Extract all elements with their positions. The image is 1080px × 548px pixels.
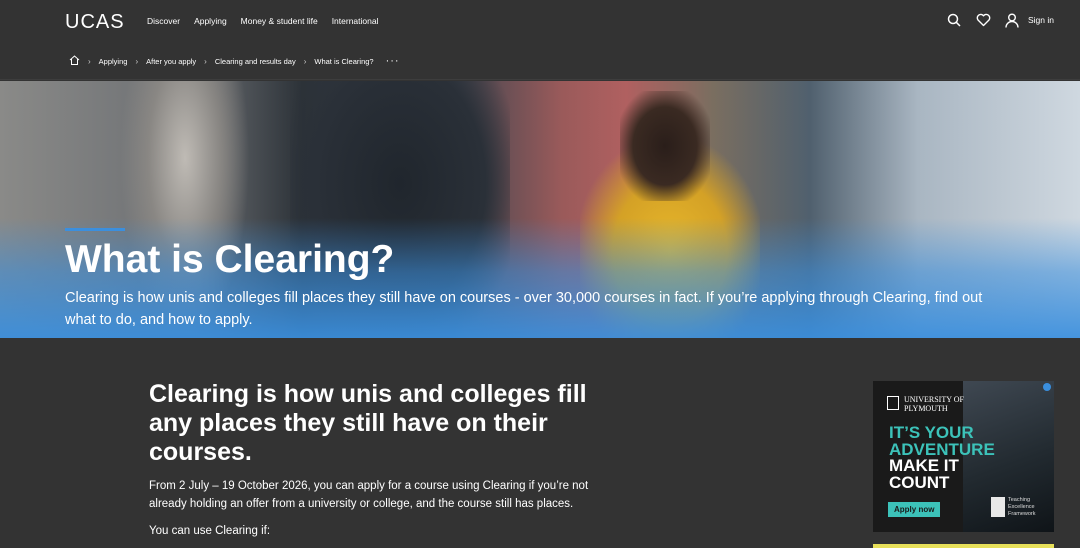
breadcrumb-separator: › <box>303 56 307 66</box>
nav-international[interactable]: International <box>332 16 379 26</box>
header-actions: Sign in <box>933 12 1054 28</box>
breadcrumb-after-you-apply[interactable]: After you apply <box>146 57 196 66</box>
breadcrumb-more-icon[interactable]: ··· <box>386 55 400 67</box>
tef-text: Teaching Excellence Framework <box>1008 497 1036 517</box>
page-title: What is Clearing? <box>65 238 395 281</box>
breadcrumb-separator: › <box>88 56 91 66</box>
search-icon[interactable] <box>946 12 962 28</box>
site-header: UCAS Discover Applying Money & student l… <box>0 0 1080 80</box>
advert-university-name: UNIVERSITY OF PLYMOUTH <box>904 395 964 413</box>
advert-headline: IT’S YOUR ADVENTURE MAKE IT COUNT <box>889 423 995 492</box>
heart-icon[interactable] <box>975 12 991 28</box>
sign-in-link[interactable]: Sign in <box>1028 15 1054 25</box>
breadcrumb-clearing-results-day[interactable]: Clearing and results day <box>215 57 296 66</box>
hero-image-person-hair <box>620 91 710 201</box>
eligibility-lead: You can use Clearing if: <box>149 525 271 537</box>
breadcrumb: › Applying › After you apply › Clearing … <box>69 55 400 67</box>
adchoices-icon[interactable] <box>1043 383 1051 391</box>
ucas-logo[interactable]: UCAS <box>65 11 125 34</box>
main-content: Clearing is how unis and colleges fill a… <box>149 380 629 540</box>
tef-badge-icon <box>991 497 1005 517</box>
breadcrumb-separator: › <box>135 56 139 66</box>
section-heading: Clearing is how unis and colleges fill a… <box>149 380 587 466</box>
hero-description: Clearing is how unis and colleges fill p… <box>65 290 983 328</box>
breadcrumb-separator: › <box>204 56 207 66</box>
university-crest-icon <box>887 396 899 410</box>
hero-accent-bar <box>65 228 125 231</box>
breadcrumb-applying[interactable]: Applying <box>99 57 128 66</box>
intro-paragraph: From 2 July – 19 October 2026, you can a… <box>149 480 589 510</box>
advert-plymouth[interactable]: UNIVERSITY OF PLYMOUTH IT’S YOUR ADVENTU… <box>873 381 1054 532</box>
breadcrumb-current-page: What is Clearing? <box>314 56 374 66</box>
nav-discover[interactable]: Discover <box>147 16 180 26</box>
main-nav: Discover Applying Money & student life I… <box>147 16 392 26</box>
user-icon[interactable] <box>1004 12 1020 28</box>
home-icon[interactable] <box>69 55 80 67</box>
nav-applying[interactable]: Applying <box>194 16 227 26</box>
next-advert-edge <box>873 544 1054 548</box>
nav-money-student-life[interactable]: Money & student life <box>241 16 318 26</box>
advert-apply-button[interactable]: Apply now <box>888 502 941 517</box>
